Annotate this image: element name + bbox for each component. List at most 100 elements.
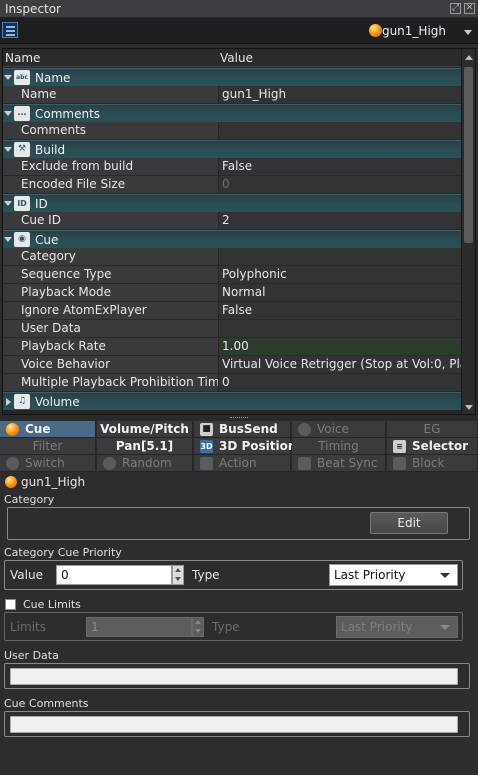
edit-button[interactable]: Edit [370,512,448,534]
stepper-down-icon[interactable] [195,629,201,633]
chevron-down-icon [440,625,450,630]
property-row-comments[interactable]: Comments [3,122,461,140]
property-value[interactable]: gun1_High [219,86,461,104]
stepper-down-icon[interactable] [175,577,181,581]
property-value[interactable]: Virtual Voice Retrigger (Stop at Vol:0, … [219,356,461,374]
cue-orb-icon [369,24,382,37]
property-value[interactable]: 2 [219,212,461,230]
expand-arrow-icon[interactable] [6,398,11,406]
scroll-up-icon[interactable] [465,55,473,60]
property-value[interactable]: 1.00 [219,338,461,356]
tab-switch[interactable]: Switch [0,455,96,472]
selected-object-name[interactable]: gun1_High [382,24,446,38]
tab-label: BusSend [219,422,278,436]
tab-bussend[interactable]: ■ BusSend [194,421,291,438]
grid-vertical-scrollbar[interactable] [461,49,475,414]
priority-type-select[interactable]: Last Priority [329,564,458,586]
limits-input[interactable]: 1 [86,617,192,637]
categorized-view-icon[interactable] [2,22,18,38]
property-value[interactable]: Polyphonic [219,266,461,284]
collapse-arrow-icon[interactable] [4,201,12,206]
collapse-arrow-icon[interactable] [4,111,12,116]
category-row-id[interactable]: ID ID [3,194,461,212]
priority-value-stepper[interactable] [172,565,184,585]
stepper-up-icon[interactable] [195,620,201,624]
category-row-volume[interactable]: ♫ Volume [3,392,461,410]
category-label: Name [35,71,71,85]
property-row-user-data[interactable]: User Data [3,320,461,338]
property-row-sequence-type[interactable]: Sequence Type Polyphonic [3,266,461,284]
tab-label: Voice [317,422,349,436]
property-value[interactable] [219,122,461,140]
property-value: 0 [219,176,461,194]
tab-volume-pitch[interactable]: Volume/Pitch [97,421,193,438]
tab-filter[interactable]: Filter [0,438,96,455]
property-value[interactable]: False [219,158,461,176]
tab-pan[interactable]: Pan[5.1] [97,438,193,455]
inspector-title-bar: Inspector ⤢ ✕ [0,0,478,18]
inspector-toolbar: gun1_High [0,18,478,44]
property-value[interactable]: False [219,302,461,320]
tab-3d-positioning[interactable]: 3D 3D Positioning [194,438,318,455]
property-row-playback-rate[interactable]: Playback Rate 1.00 [3,338,461,356]
tab-block[interactable]: Block [387,455,478,472]
scroll-down-icon[interactable] [465,405,473,410]
property-value[interactable] [219,248,461,266]
stepper-up-icon[interactable] [175,568,181,572]
tab-beat-sync[interactable]: Beat Sync [292,455,386,472]
cue-icon: ◉ [14,232,30,247]
property-row-name[interactable]: Name gun1_High [3,86,461,104]
object-dropdown-icon[interactable] [464,30,472,35]
build-icon: ⚒ [14,142,30,157]
property-row-multi-prohibition[interactable]: Multiple Playback Prohibition Time 0 [3,374,461,392]
grid-header: Name Value [3,49,461,67]
property-value[interactable]: 0 [219,374,461,392]
float-window-icon[interactable]: ⤢ [450,3,461,14]
category-row-comments[interactable]: … Comments [3,104,461,122]
property-row-ignore-player[interactable]: Ignore AtomExPlayer False [3,302,461,320]
tab-label: Cue [25,422,51,436]
property-value[interactable]: Normal [219,284,461,302]
scroll-thumb[interactable] [464,67,473,243]
property-row-voice-behavior[interactable]: Voice Behavior Virtual Voice Retrigger (… [3,356,461,374]
property-row-cue-id[interactable]: Cue ID 2 [3,212,461,230]
close-icon[interactable]: ✕ [464,3,475,14]
property-row-playback-mode[interactable]: Playback Mode Normal [3,284,461,302]
user-data-field[interactable] [10,668,458,685]
tab-eg[interactable]: EG [387,421,478,438]
tab-timing[interactable]: Timing [292,438,386,455]
parameter-tabs: Cue Volume/Pitch ■ BusSend Voice EG Filt… [0,421,478,472]
value-label: Value [10,568,43,582]
limits-type-select[interactable]: Last Priority [336,616,458,638]
tab-selector[interactable]: ≡ Selector [387,438,478,455]
category-row-build[interactable]: ⚒ Build [3,140,461,158]
action-icon [200,457,213,470]
tab-label: Volume/Pitch [100,422,189,436]
property-row-category[interactable]: Category [3,248,461,266]
name-column-header[interactable]: Name [5,51,40,65]
priority-value-input[interactable]: 0 [56,565,172,585]
property-value[interactable] [219,320,461,338]
value-column-header[interactable]: Value [220,51,253,65]
cue-orb-icon [6,423,19,436]
tab-cue[interactable]: Cue [0,421,96,438]
collapse-arrow-icon[interactable] [4,147,12,152]
category-row-cue[interactable]: ◉ Cue [3,230,461,248]
collapse-arrow-icon[interactable] [4,75,12,80]
property-grid: Name Value abc Name Name gun1_High … Com… [2,48,476,415]
tab-action[interactable]: Action [194,455,291,472]
priority-type-value: Last Priority [334,568,406,582]
cue-parameter-panel: gun1_High Category Edit Category Cue Pri… [0,472,478,775]
collapse-arrow-icon[interactable] [4,237,12,242]
name-tag-icon: abc [14,70,30,85]
tab-voice[interactable]: Voice [292,421,386,438]
cue-comments-field[interactable] [10,716,458,733]
limits-stepper[interactable] [192,617,204,637]
tab-random[interactable]: Random [97,455,193,472]
property-row-exclude[interactable]: Exclude from build False [3,158,461,176]
tab-label: Beat Sync [317,456,378,470]
cue-limits-checkbox[interactable] [5,599,16,610]
category-row-name[interactable]: abc Name [3,68,461,86]
property-name: Encoded File Size [3,176,218,194]
tab-label: Pan[5.1] [115,439,174,453]
